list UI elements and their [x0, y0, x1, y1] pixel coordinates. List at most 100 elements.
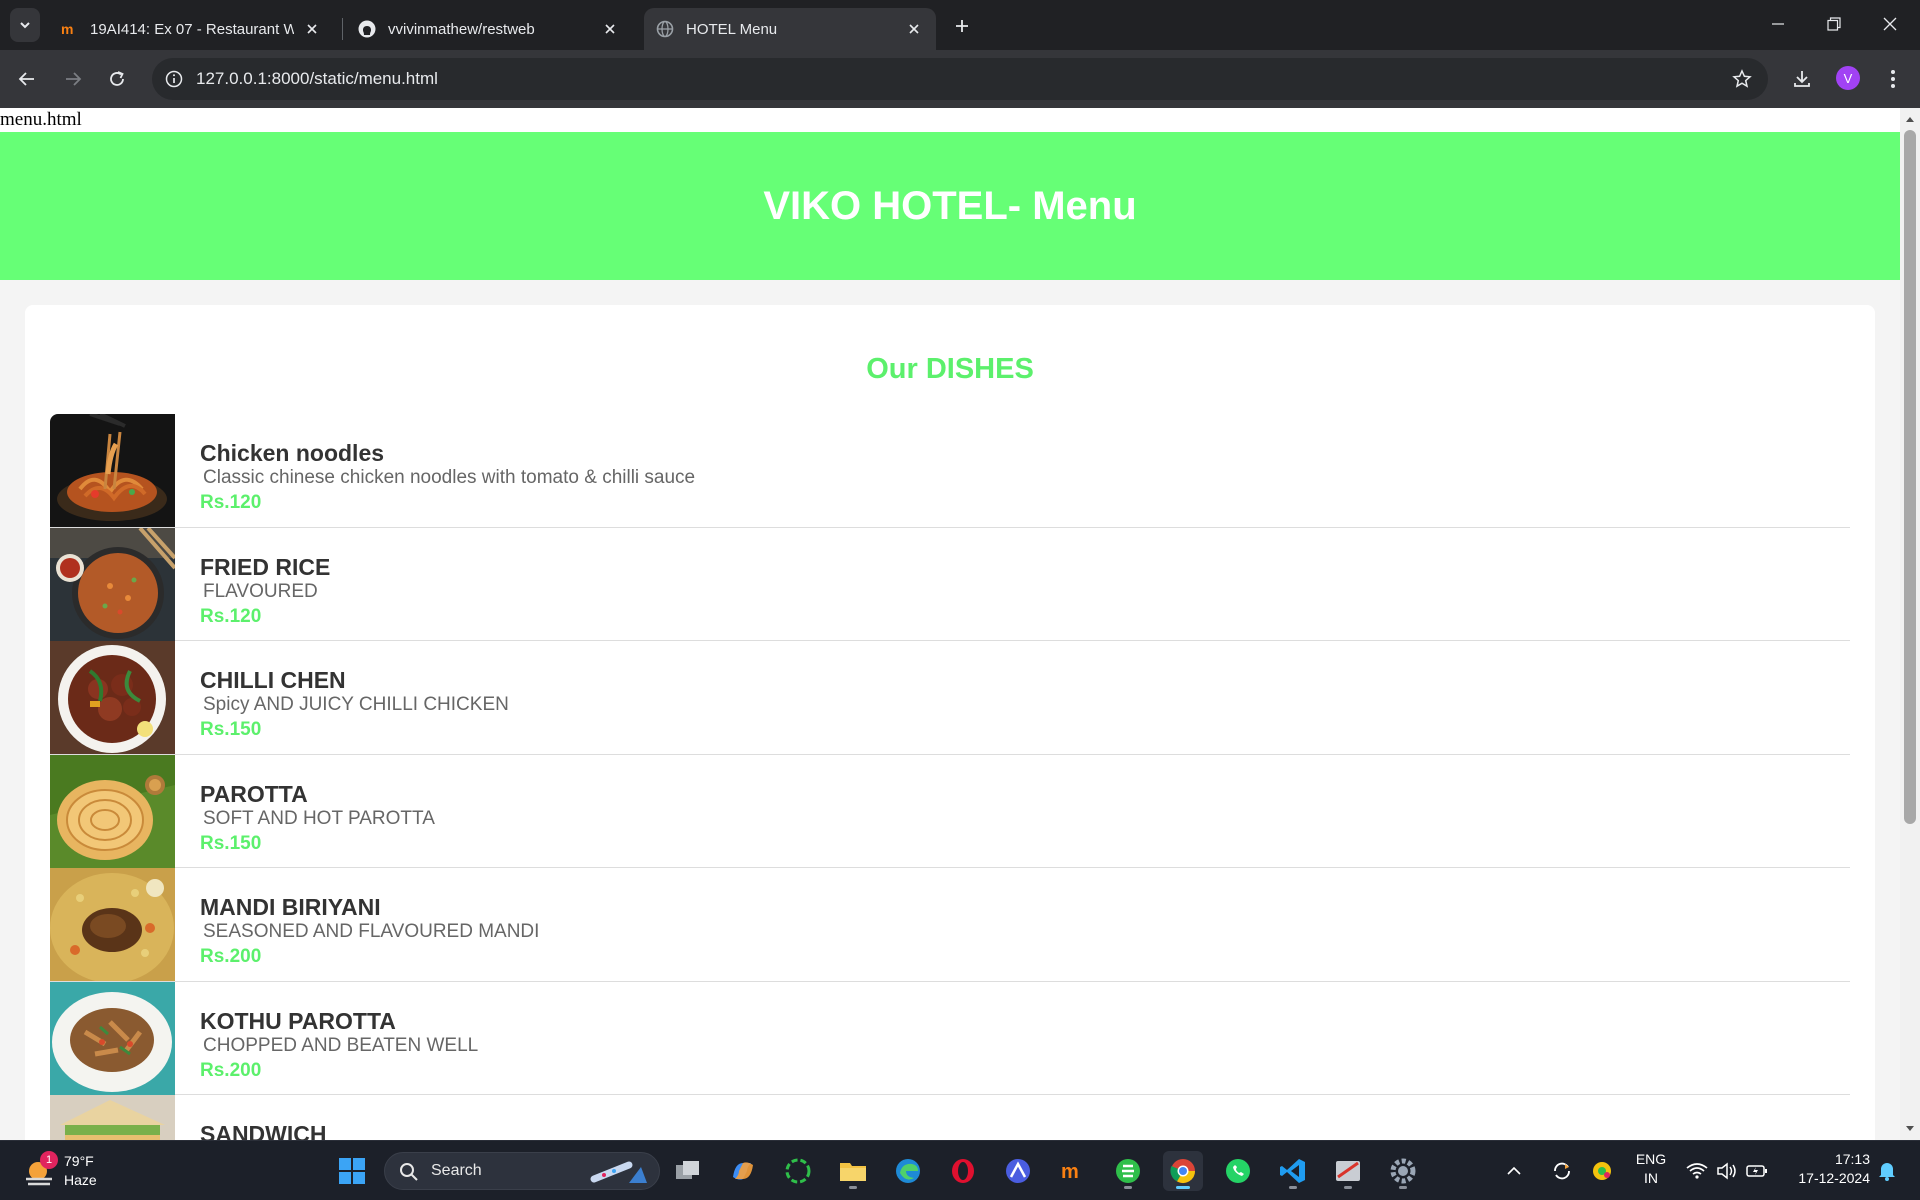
address-bar[interactable]: 127.0.0.1:8000/static/menu.html — [152, 58, 1768, 100]
dish-name: FRIED RICE — [200, 553, 331, 580]
dish-item: SANDWICH — [50, 1095, 1850, 1140]
dish-description: SEASONED AND FLAVOURED MANDI — [203, 921, 540, 942]
taskbar-search[interactable]: Search — [384, 1152, 660, 1190]
chevron-down-icon — [20, 22, 30, 29]
dish-price: Rs.120 — [200, 492, 262, 513]
settings-gear-icon[interactable] — [1383, 1151, 1423, 1191]
back-button[interactable] — [10, 62, 44, 96]
dish-description: CHOPPED AND BEATEN WELL — [203, 1034, 479, 1056]
opera-browser-icon[interactable] — [943, 1151, 983, 1191]
close-icon[interactable] — [904, 19, 924, 39]
svg-text:m: m — [61, 21, 73, 37]
region-code: IN — [1644, 1170, 1658, 1186]
downloads-button[interactable] — [1785, 62, 1819, 96]
scroll-down-arrow-icon[interactable] — [1900, 1120, 1920, 1138]
forward-button[interactable] — [56, 62, 90, 96]
menu-card: Our DISHES Chicken noodles Classic chine… — [25, 305, 1875, 1140]
bookmark-star-icon[interactable] — [1730, 67, 1754, 91]
scroll-up-arrow-icon[interactable] — [1900, 110, 1920, 128]
dish-item: Chicken noodles Classic chinese chicken … — [50, 414, 1850, 528]
reload-icon — [110, 71, 124, 86]
minimize-button[interactable] — [1750, 0, 1806, 48]
tab-github[interactable]: vvivinmathew/restweb — [346, 8, 632, 50]
running-indicator — [1344, 1186, 1352, 1189]
tab-hotel-menu[interactable]: HOTEL Menu — [644, 8, 936, 50]
page-scrollbar[interactable] — [1900, 108, 1920, 1140]
start-button[interactable] — [332, 1151, 372, 1191]
dish-name: MANDI BIRIYANI — [200, 894, 381, 920]
browser-menu-button[interactable] — [1876, 62, 1910, 96]
battery-icon[interactable] — [1744, 1151, 1770, 1191]
dish-price: Rs.120 — [200, 605, 262, 627]
notification-bell-icon[interactable] — [1874, 1151, 1900, 1191]
close-icon[interactable] — [600, 19, 620, 39]
restore-icon — [1827, 17, 1841, 31]
dish-list: Chicken noodles Classic chinese chicken … — [50, 414, 1850, 1140]
site-info-icon[interactable] — [162, 67, 186, 91]
dish-item: MANDI BIRIYANI SEASONED AND FLAVOURED MA… — [50, 868, 1850, 982]
weather-condition: Haze — [64, 1172, 97, 1188]
url-text[interactable]: 127.0.0.1:8000/static/menu.html — [196, 69, 438, 89]
weather-temperature: 79°F — [64, 1153, 94, 1169]
page-title: VIKO HOTEL- Menu — [763, 183, 1137, 228]
profile-avatar[interactable]: V — [1836, 66, 1860, 90]
language-indicator[interactable]: ENG IN — [1628, 1151, 1674, 1186]
browser-tab-bar: m 19AI414: Ex 07 - Restaurant We vvivinm… — [0, 0, 1920, 50]
header-banner: VIKO HOTEL- Menu — [0, 132, 1900, 280]
loading-app-icon[interactable] — [778, 1151, 818, 1191]
tab-title: vvivinmathew/restweb — [388, 20, 535, 38]
close-icon[interactable] — [302, 19, 322, 39]
wifi-icon[interactable] — [1684, 1151, 1710, 1191]
download-icon — [1794, 71, 1810, 87]
new-tab-button[interactable] — [948, 12, 976, 40]
globe-icon — [656, 20, 674, 38]
chevron-up-icon[interactable] — [1502, 1151, 1526, 1191]
weather-widget[interactable]: 1 79°F Haze — [22, 1151, 112, 1193]
vpn-app-icon[interactable] — [998, 1151, 1038, 1191]
green-e-app-icon[interactable] — [1108, 1151, 1148, 1191]
reload-button[interactable] — [100, 62, 134, 96]
dish-name: PAROTTA — [200, 780, 308, 807]
whatsapp-icon[interactable] — [1218, 1151, 1258, 1191]
file-explorer-icon[interactable] — [833, 1151, 873, 1191]
sync-icon[interactable] — [1548, 1151, 1576, 1191]
clock[interactable]: 17:13 17-12-2024 — [1784, 1151, 1870, 1186]
page-viewport: menu.html VIKO HOTEL- Menu Our DISHES Ch… — [0, 108, 1900, 1140]
dish-name: SANDWICH — [200, 1121, 327, 1140]
dish-price: Rs.150 — [200, 832, 262, 854]
tab-search-button[interactable] — [10, 8, 40, 42]
dish-name: Chicken noodles — [200, 440, 385, 466]
tray-app-icon[interactable] — [1588, 1151, 1616, 1191]
dish-description: Spicy AND JUICY CHILLI CHICKEN — [203, 694, 509, 715]
restore-button[interactable] — [1806, 0, 1862, 48]
moodle-icon: m — [60, 20, 78, 38]
snip-tool-icon[interactable] — [1328, 1151, 1368, 1191]
running-indicator — [1124, 1186, 1132, 1189]
tab-title: HOTEL Menu — [686, 20, 778, 38]
arrow-left-icon — [18, 72, 34, 86]
dish-price: Rs.200 — [200, 1059, 262, 1081]
dish-description: SOFT AND HOT PAROTTA — [203, 807, 435, 829]
more-vertical-icon — [1891, 70, 1895, 88]
clock-date: 17-12-2024 — [1798, 1170, 1870, 1186]
task-view-icon[interactable] — [668, 1151, 708, 1191]
close-window-button[interactable] — [1862, 0, 1918, 48]
scrollbar-thumb[interactable] — [1904, 130, 1916, 824]
chrome-browser-icon[interactable] — [1163, 1151, 1203, 1191]
kothu-photo — [50, 981, 175, 1095]
vscode-icon[interactable] — [1273, 1151, 1313, 1191]
running-indicator — [1176, 1186, 1190, 1189]
browser-toolbar: 127.0.0.1:8000/static/menu.html V — [0, 50, 1920, 108]
dish-name: CHILLI CHEN — [200, 667, 346, 693]
dish-price: Rs.150 — [200, 719, 262, 740]
running-indicator — [849, 1186, 857, 1189]
plus-icon — [956, 20, 968, 32]
svg-text:m: m — [1061, 1161, 1079, 1183]
tab-moodle[interactable]: m 19AI414: Ex 07 - Restaurant We — [48, 8, 334, 50]
copilot-icon[interactable] — [723, 1151, 763, 1191]
edge-browser-icon[interactable] — [888, 1151, 928, 1191]
moodle-app-icon[interactable]: m — [1053, 1151, 1093, 1191]
dish-item: CHILLI CHEN Spicy AND JUICY CHILLI CHICK… — [50, 641, 1850, 755]
search-highlight-art-icon — [590, 1161, 647, 1183]
volume-icon[interactable] — [1714, 1151, 1740, 1191]
